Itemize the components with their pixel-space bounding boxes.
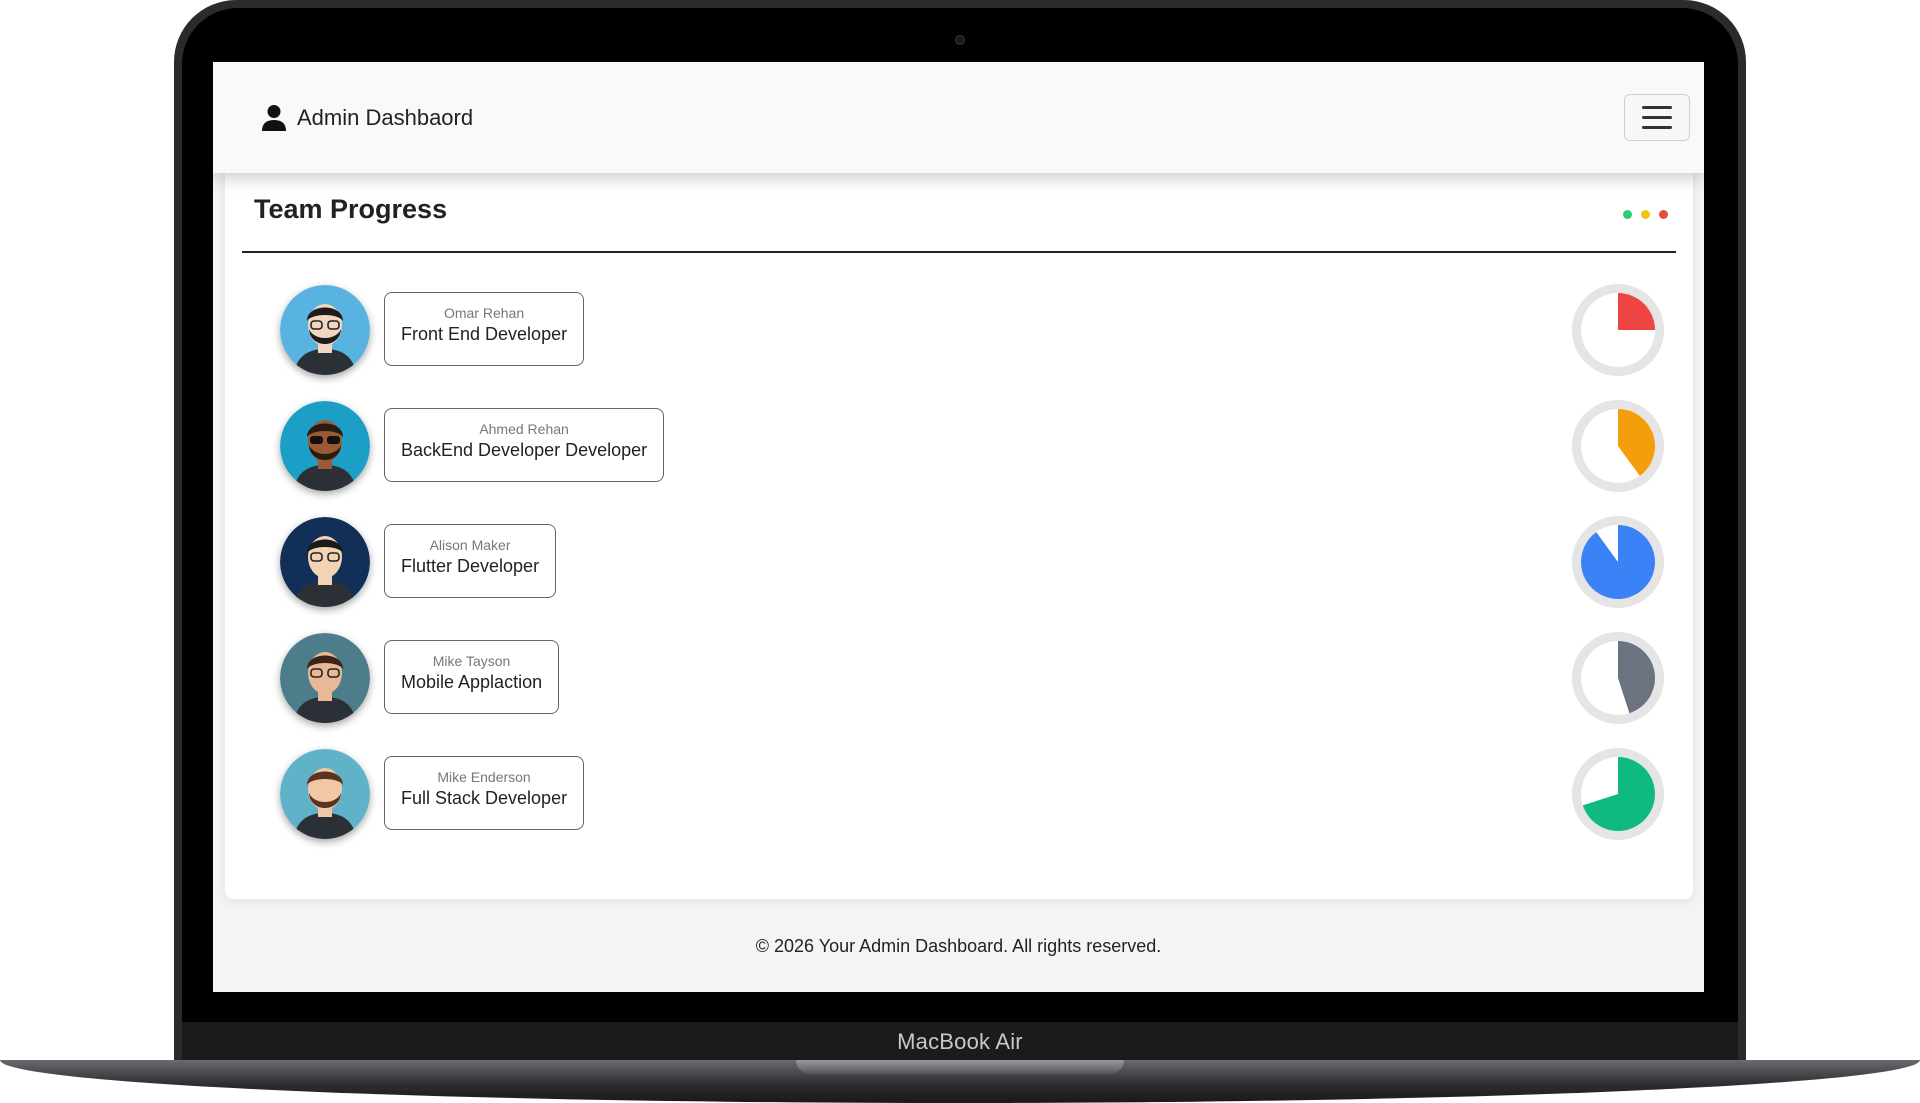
member-info-box[interactable]: Omar Rehan Front End Developer	[384, 292, 585, 366]
hamburger-icon-line	[1642, 126, 1672, 129]
member-info-box[interactable]: Alison Maker Flutter Developer	[384, 524, 557, 598]
progress-pie-chart	[1572, 400, 1664, 492]
member-info-box[interactable]: Mike Tayson Mobile Applaction	[384, 640, 560, 714]
dot-green	[1623, 209, 1632, 219]
page-footer: © 2026 Your Admin Dashboard. All rights …	[755, 936, 1162, 956]
avatar-illustration	[280, 285, 370, 375]
team-member-list: Omar Rehan Front End Developer Ahmed Reh…	[280, 284, 1664, 865]
hamburger-icon-line	[1642, 116, 1672, 119]
dot-red	[1659, 209, 1668, 219]
avatar	[280, 285, 370, 375]
member-name: Alison Maker	[429, 537, 511, 553]
team-member-row: Mike Enderson Full Stack Developer	[280, 748, 1664, 865]
progress-pie-chart	[1572, 284, 1664, 376]
member-role: Front End Developer	[401, 324, 568, 344]
avatar-sunglasses	[310, 436, 323, 444]
member-role: Flutter Developer	[401, 556, 540, 576]
screen: Admin Dashbaord Team Progress Omar Rehan…	[213, 62, 1704, 992]
progress-pie-chart	[1572, 516, 1664, 608]
dot-yellow	[1641, 209, 1650, 219]
top-navbar: Admin Dashbaord	[213, 62, 1704, 173]
member-role: Mobile Applaction	[401, 672, 543, 692]
avatar	[280, 633, 370, 723]
avatar-illustration	[280, 633, 370, 723]
team-member-row: Alison Maker Flutter Developer	[280, 516, 1664, 633]
avatar-illustration	[280, 517, 370, 607]
avatar	[280, 401, 370, 491]
navbar-title: Admin Dashbaord	[297, 104, 474, 130]
pie-slice	[1581, 525, 1656, 599]
camera-icon	[955, 35, 965, 45]
navbar-brand[interactable]: Admin Dashbaord	[261, 104, 473, 132]
card-title: Team Progress	[254, 193, 448, 224]
team-member-row: Mike Tayson Mobile Applaction	[280, 632, 1664, 749]
user-icon	[262, 104, 286, 131]
avatar-sunglasses	[327, 436, 340, 444]
member-name: Mike Enderson	[437, 769, 531, 785]
more-options-icon[interactable]	[1623, 209, 1668, 219]
member-name: Ahmed Rehan	[479, 421, 569, 437]
team-member-row: Ahmed Rehan BackEnd Developer Developer	[280, 400, 1664, 517]
team-progress-card: Team Progress Omar Rehan Front End Devel…	[225, 173, 1693, 899]
hamburger-menu-button[interactable]	[1624, 94, 1690, 141]
avatar-illustration	[280, 401, 370, 491]
member-role: BackEnd Developer Developer	[401, 440, 648, 460]
progress-pie-chart	[1572, 632, 1664, 724]
laptop-notch	[796, 1060, 1124, 1074]
avatar	[280, 749, 370, 839]
member-role: Full Stack Developer	[401, 788, 568, 808]
progress-pie-chart	[1572, 748, 1664, 840]
member-info-box[interactable]: Ahmed Rehan BackEnd Developer Developer	[384, 408, 665, 482]
device-label: MacBook Air	[897, 1029, 1023, 1054]
hamburger-icon-line	[1642, 106, 1672, 109]
avatar	[280, 517, 370, 607]
team-member-row: Omar Rehan Front End Developer	[280, 284, 1664, 401]
card-header: Team Progress	[242, 173, 1676, 253]
avatar-illustration	[280, 749, 370, 839]
member-name: Mike Tayson	[432, 653, 511, 669]
member-info-box[interactable]: Mike Enderson Full Stack Developer	[384, 756, 585, 830]
member-name: Omar Rehan	[443, 305, 525, 321]
laptop-chin: MacBook Air	[182, 1022, 1738, 1062]
